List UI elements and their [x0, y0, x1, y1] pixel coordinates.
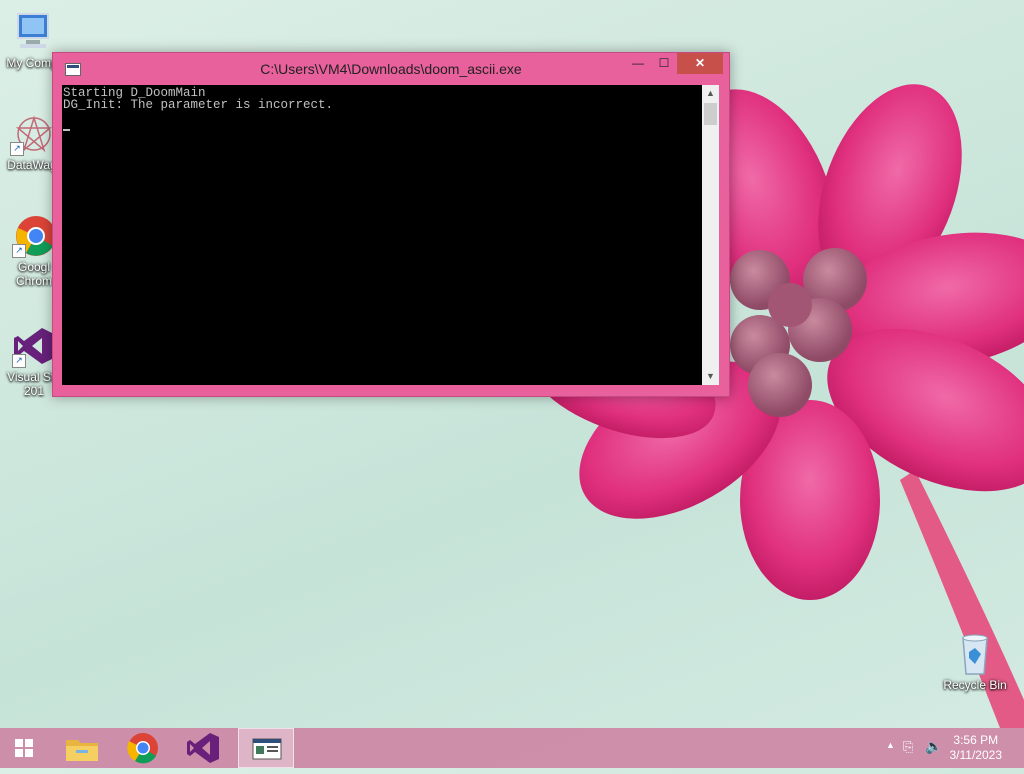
console-output[interactable]: Starting D_DoomMain DG_Init: The paramet… — [62, 85, 702, 385]
console-icon — [252, 738, 282, 760]
chrome-icon — [127, 733, 158, 764]
window-title: C:\Users\VM4\Downloads\doom_ascii.exe — [260, 61, 522, 77]
taskbar-visual-studio[interactable] — [176, 728, 232, 768]
scroll-down-arrow-icon[interactable]: ▼ — [702, 368, 719, 385]
visual-studio-icon: ↗ — [12, 324, 56, 368]
chrome-icon: ↗ — [12, 214, 56, 258]
desktop-icon-label: Recycle Bin — [943, 678, 1007, 692]
taskbar-console[interactable] — [238, 728, 294, 768]
minimize-button[interactable]: — — [625, 53, 651, 74]
volume-icon[interactable]: 🔈 — [925, 738, 942, 755]
console-app-icon[interactable] — [65, 63, 81, 76]
console-line: DG_Init: The parameter is incorrect. — [63, 98, 334, 112]
start-button[interactable] — [4, 728, 44, 768]
scroll-thumb[interactable] — [704, 103, 717, 125]
desktop-icon-recycle-bin[interactable]: Recycle Bin — [942, 632, 1008, 692]
clock[interactable]: 3:56 PM 3/11/2023 — [950, 733, 1003, 763]
clock-time: 3:56 PM — [953, 733, 999, 747]
datawagon-icon: ↗ — [10, 112, 54, 156]
text-cursor — [63, 129, 70, 131]
visual-studio-icon — [187, 733, 219, 763]
network-icon[interactable]: ⎘ — [903, 739, 913, 755]
title-bar[interactable]: C:\Users\VM4\Downloads\doom_ascii.exe — … — [53, 53, 729, 85]
folder-icon — [66, 740, 98, 761]
scroll-up-arrow-icon[interactable]: ▲ — [702, 85, 719, 102]
console-window[interactable]: C:\Users\VM4\Downloads\doom_ascii.exe — … — [52, 52, 730, 397]
windows-logo-icon — [15, 739, 33, 757]
taskbar-chrome[interactable] — [115, 728, 171, 768]
taskbar-file-explorer[interactable] — [54, 728, 110, 768]
taskbar: ▲ ⎘ 🔈 3:56 PM 3/11/2023 — [0, 728, 1024, 768]
maximize-button[interactable]: ☐ — [651, 53, 677, 74]
show-hidden-icons-chevron-icon[interactable]: ▲ — [886, 740, 895, 750]
clock-date: 3/11/2023 — [949, 748, 1003, 762]
vertical-scrollbar[interactable]: ▲ ▼ — [702, 85, 719, 385]
recycle-bin-icon — [953, 632, 997, 676]
computer-icon — [10, 10, 54, 54]
system-tray: ▲ ⎘ 🔈 3:56 PM 3/11/2023 — [864, 728, 1024, 768]
close-button[interactable]: ✕ — [677, 53, 723, 74]
